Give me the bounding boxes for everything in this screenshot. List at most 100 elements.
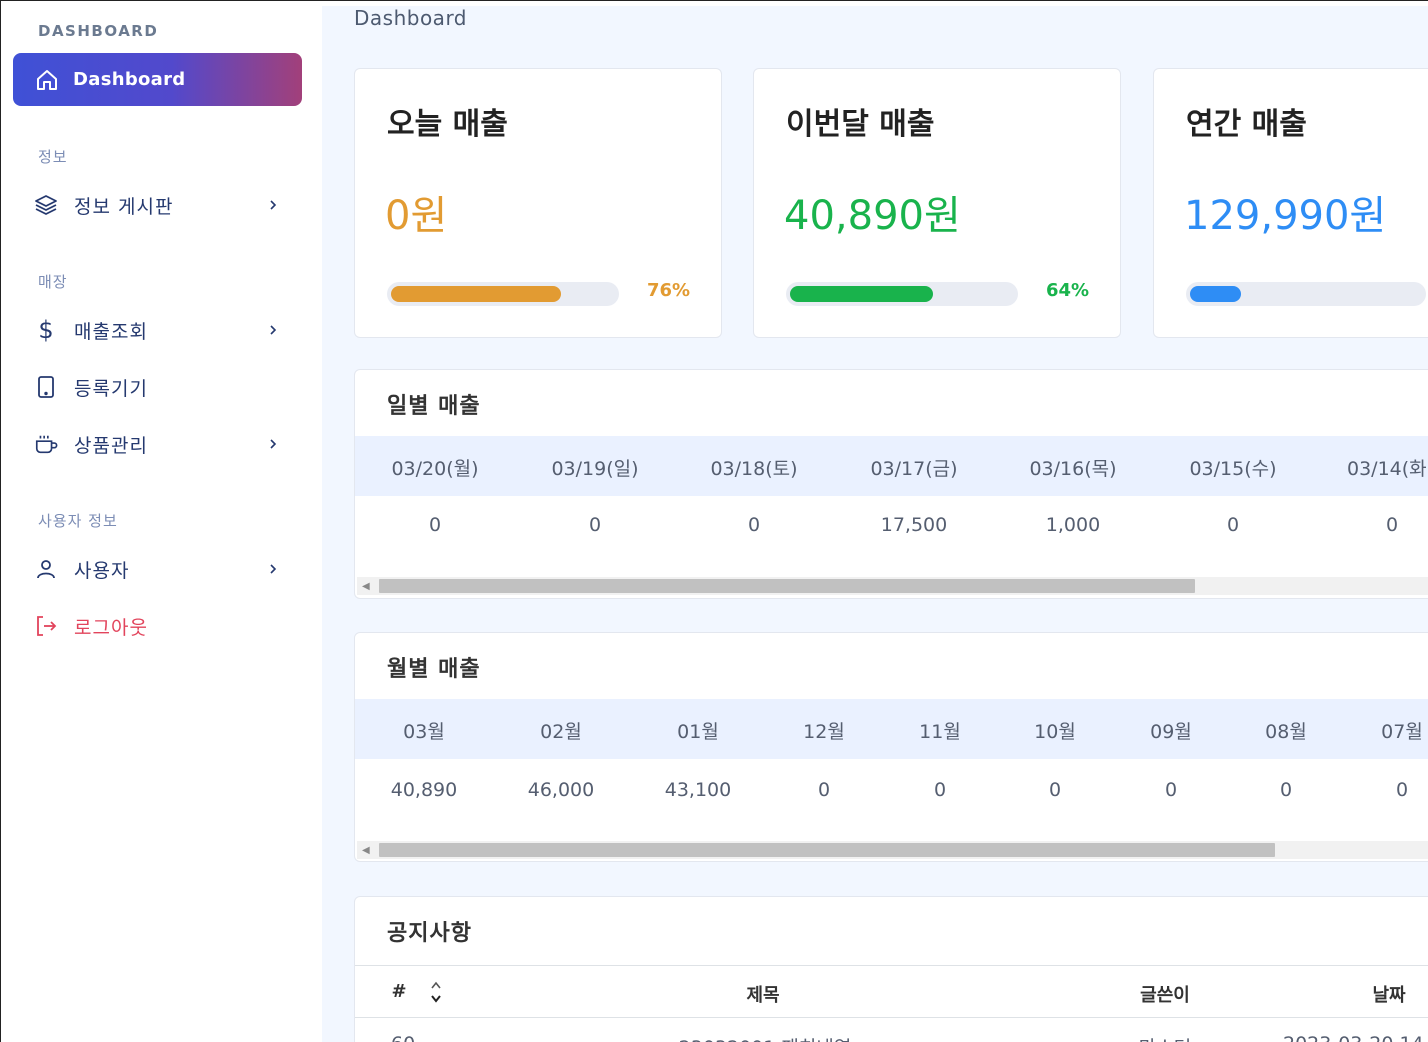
- column-header: 01월: [677, 721, 719, 743]
- stat-title: 오늘 매출: [387, 107, 508, 142]
- table-cell: 1,000: [1045, 514, 1101, 536]
- stat-card-year: 연간 매출 129,990원: [1153, 68, 1428, 338]
- column-header: 09월: [1150, 721, 1192, 743]
- stat-card-month: 이번달 매출 40,890원 64%: [753, 68, 1121, 338]
- column-header: 03/20(월): [391, 458, 479, 480]
- daily-sales-panel: 일별 매출 03/20(월) 0 03/19(일) 0 03/18(토) 0 03/17(금…: [354, 369, 1428, 599]
- stat-value: 0원: [385, 193, 448, 239]
- scrollbar-thumb[interactable]: [379, 843, 1275, 857]
- sidebar-item-logout[interactable]: 로그아웃: [34, 609, 280, 643]
- table-cell: 0: [1164, 779, 1178, 801]
- sidebar-item-users[interactable]: 사용자: [34, 552, 280, 586]
- sidebar-item-products[interactable]: 상품관리: [34, 427, 280, 461]
- sidebar-section-info: 정보: [38, 148, 68, 166]
- table-cell: 0: [1385, 514, 1399, 536]
- column-header-num[interactable]: #: [391, 981, 407, 1002]
- table-cell: 0: [1226, 514, 1240, 536]
- column-header-date[interactable]: 날짜: [1367, 981, 1411, 1007]
- sidebar-section-store: 매장: [38, 273, 68, 291]
- sidebar-item-sales[interactable]: $ 매출조회: [34, 313, 280, 347]
- main-content: Dashboard 오늘 매출 0원 76% 이번달 매출 40,890원 64…: [322, 6, 1428, 1042]
- sidebar-item-label: 등록기기: [74, 377, 148, 400]
- column-header: 08월: [1265, 721, 1307, 743]
- chevron-right-icon: [270, 200, 277, 210]
- monthly-sales-panel: 월별 매출 03월 40,890 02월 46,000 01월 43,100 12월 0 11월…: [354, 632, 1428, 862]
- horizontal-scrollbar[interactable]: ◀: [357, 841, 1428, 859]
- sidebar-item-label: 사용자: [74, 559, 130, 582]
- notice-row-title[interactable]: 23032001 패치내역: [655, 1033, 875, 1042]
- sidebar-item-label: 로그아웃: [74, 616, 148, 639]
- progress-bar: [786, 282, 1018, 306]
- sidebar-item-label: 정보 게시판: [74, 195, 174, 218]
- sidebar-item-label: 상품관리: [74, 434, 148, 457]
- stat-card-today: 오늘 매출 0원 76%: [354, 68, 722, 338]
- sidebar-item-devices[interactable]: 등록기기: [34, 370, 280, 404]
- table-cell: 0: [933, 779, 947, 801]
- sidebar-item-dashboard[interactable]: Dashboard: [13, 53, 302, 106]
- column-header: 02월: [540, 721, 582, 743]
- table-cell: 0: [1048, 779, 1062, 801]
- stat-title: 이번달 매출: [786, 107, 935, 142]
- notice-row-num: 60: [391, 1033, 417, 1042]
- sidebar: DASHBOARD Dashboard 정보 정보 게시판 매장 $ 매출조회 …: [8, 6, 322, 1042]
- column-header: 03/18(토): [710, 458, 798, 480]
- panel-title: 일별 매출: [387, 394, 481, 419]
- tablet-icon: [34, 375, 58, 399]
- chevron-right-icon: [270, 325, 277, 335]
- column-header: 03/17(금): [870, 458, 958, 480]
- column-header: 10월: [1034, 721, 1076, 743]
- sidebar-item-info-board[interactable]: 정보 게시판: [34, 188, 280, 222]
- notice-row-author: 마스터: [1135, 1033, 1195, 1042]
- table-cell: 17,500: [880, 514, 948, 536]
- column-header: 03월: [403, 721, 445, 743]
- scrollbar-thumb[interactable]: [379, 579, 1195, 593]
- horizontal-scrollbar[interactable]: ◀: [357, 577, 1428, 595]
- panel-title: 월별 매출: [387, 657, 481, 682]
- progress-fill: [391, 286, 561, 302]
- scroll-left-arrow-icon[interactable]: ◀: [362, 581, 370, 592]
- column-header-title[interactable]: 제목: [743, 981, 783, 1007]
- column-header: 03/16(목): [1029, 458, 1117, 480]
- progress-fill: [790, 286, 933, 302]
- divider: [355, 965, 1428, 966]
- person-icon: [34, 557, 58, 581]
- divider: [355, 1017, 1428, 1018]
- panel-title: 공지사항: [387, 921, 472, 946]
- table-cell: 0: [1395, 779, 1409, 801]
- notice-panel: 공지사항 # 제목 글쓴이 날짜 60 23032001 패치내역 마스터 20…: [354, 896, 1428, 1042]
- table-cell: 0: [588, 514, 602, 536]
- stat-value: 129,990원: [1184, 193, 1387, 239]
- scroll-left-arrow-icon[interactable]: ◀: [362, 845, 370, 856]
- sidebar-item-label: 매출조회: [74, 320, 148, 343]
- column-header: 03/15(수): [1189, 458, 1277, 480]
- cup-icon: [34, 432, 58, 456]
- home-icon: [37, 69, 57, 90]
- column-header-author[interactable]: 글쓴이: [1135, 981, 1195, 1007]
- column-header: 03/19(일): [551, 458, 639, 480]
- chevron-right-icon: [270, 439, 277, 449]
- sort-icon[interactable]: [429, 979, 443, 1005]
- progress-bar: [387, 282, 619, 306]
- stat-title: 연간 매출: [1186, 107, 1307, 142]
- stat-value: 40,890원: [784, 193, 961, 239]
- logout-icon: [34, 614, 58, 638]
- notice-row-date: 2023-03-20 14: [1283, 1033, 1428, 1042]
- progress-bar: [1186, 282, 1426, 306]
- table-cell: 0: [817, 779, 831, 801]
- layers-icon: [34, 193, 58, 217]
- progress-fill: [1190, 286, 1241, 302]
- column-header: 07월: [1381, 721, 1423, 743]
- sidebar-item-label: Dashboard: [73, 69, 186, 90]
- column-header: 12월: [803, 721, 845, 743]
- table-cell: 43,100: [664, 779, 732, 801]
- sidebar-header: DASHBOARD: [38, 22, 159, 40]
- page-title: Dashboard: [354, 6, 468, 30]
- column-header: 03/14(화: [1347, 458, 1427, 480]
- chevron-right-icon: [270, 564, 277, 574]
- progress-percent: 76%: [647, 280, 691, 301]
- progress-percent: 64%: [1046, 280, 1090, 301]
- sidebar-section-user-info: 사용자 정보: [38, 512, 118, 530]
- table-cell: 0: [1279, 779, 1293, 801]
- table-cell: 40,890: [390, 779, 458, 801]
- table-cell: 0: [428, 514, 442, 536]
